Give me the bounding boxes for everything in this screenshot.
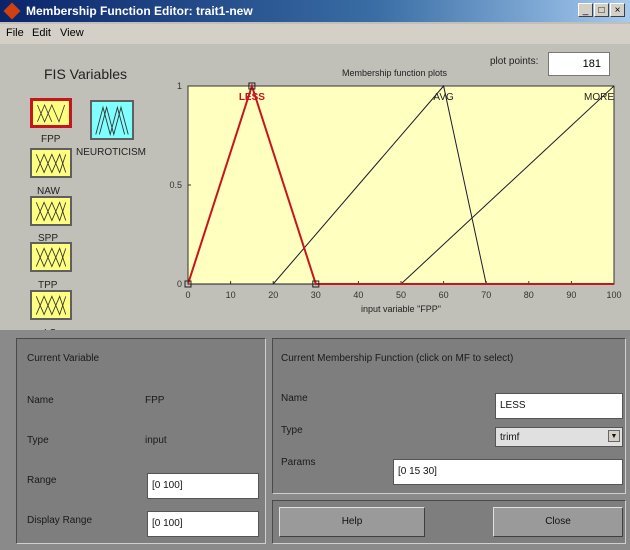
fis-input-naw[interactable] [30, 148, 72, 178]
current-variable-panel: Current Variable Name FPP Type input Ran… [16, 338, 266, 544]
y-tick-label: 0 [177, 279, 182, 289]
mf-triangles-icon [35, 201, 67, 222]
membership-function-editor-window: Membership Function Editor: trait1-new _… [0, 0, 630, 550]
window-title: Membership Function Editor: trait1-new [26, 4, 253, 18]
button-panel: Help Close [272, 500, 626, 544]
plot-area [187, 85, 615, 285]
y-tick-label: 0.5 [169, 180, 182, 190]
mf-params-input[interactable]: [0 15 30] [393, 459, 623, 485]
fis-output-neuroticism[interactable] [90, 100, 134, 140]
x-tick-label: 70 [481, 290, 491, 300]
cv-type-value: input [145, 435, 167, 446]
x-tick-label: 50 [396, 290, 406, 300]
minimize-button[interactable]: _ [578, 3, 593, 17]
cv-name-label: Name [27, 395, 54, 406]
current-mf-panel: Current Membership Function (click on MF… [272, 338, 626, 494]
x-axis-label: input variable "FPP" [361, 304, 441, 314]
mf-label-avg: AVG [433, 92, 454, 103]
x-tick-label: 80 [524, 290, 534, 300]
x-tick-label: 10 [226, 290, 236, 300]
menu-bar: File Edit View [0, 24, 630, 44]
lower-panel-area: Current Variable Name FPP Type input Ran… [0, 330, 630, 550]
plot-title: Membership function plots [342, 68, 448, 78]
current-variable-heading: Current Variable [27, 353, 100, 364]
x-tick-label: 40 [353, 290, 363, 300]
mf-label-less: LESS [239, 92, 265, 103]
fis-input-ls[interactable] [30, 290, 72, 320]
mf-type-value: trimf [500, 432, 520, 443]
mf-triangles-icon [37, 103, 65, 123]
help-button[interactable]: Help [279, 507, 425, 537]
x-tick-label: 0 [185, 290, 190, 300]
plot-points-input[interactable]: 181 [548, 52, 610, 76]
mf-triangles-icon [35, 295, 67, 316]
x-tick-label: 30 [311, 290, 321, 300]
mf-triangles-icon [35, 153, 67, 174]
fis-input-spp[interactable] [30, 196, 72, 226]
close-window-button[interactable]: × [610, 3, 625, 17]
plot-points-label: plot points: [490, 56, 539, 67]
x-tick-label: 100 [606, 290, 621, 300]
mf-type-select[interactable]: trimf ▼ [495, 427, 623, 447]
menu-view[interactable]: View [60, 27, 84, 39]
menu-edit[interactable]: Edit [32, 27, 51, 39]
y-tick-label: 1 [177, 81, 182, 91]
fis-input-fpp[interactable] [30, 98, 72, 128]
range-input[interactable]: [0 100] [147, 473, 259, 499]
mf-triangles-icon [35, 247, 67, 268]
matlab-app-icon [3, 2, 21, 20]
x-tick-label: 60 [439, 290, 449, 300]
mf-params-label: Params [281, 457, 316, 468]
display-range-input[interactable]: [0 100] [147, 511, 259, 537]
membership-function-plot[interactable]: 0 10 20 30 40 50 60 70 80 90 100 0 0.5 1 input variabl… [160, 80, 630, 326]
fis-variables-heading: FIS Variables [44, 66, 127, 82]
close-button[interactable]: Close [493, 507, 623, 537]
current-mf-heading: Current Membership Function (click on MF… [281, 353, 514, 364]
cv-type-label: Type [27, 435, 49, 446]
fis-output-label: NEUROTICISM [76, 147, 146, 158]
mf-name-input[interactable]: LESS [495, 393, 623, 419]
fis-input-tpp[interactable] [30, 242, 72, 272]
mf-label-more: MORE [584, 92, 614, 103]
mf-type-label: Type [281, 425, 303, 436]
chevron-down-icon[interactable]: ▼ [608, 430, 620, 442]
title-bar[interactable]: Membership Function Editor: trait1-new _… [0, 0, 630, 22]
menu-file[interactable]: File [6, 27, 24, 39]
cv-display-range-label: Display Range [27, 515, 93, 526]
cv-range-label: Range [27, 475, 57, 486]
cv-name-value: FPP [145, 395, 165, 406]
x-tick-label: 20 [268, 290, 278, 300]
mf-triangles-icon [95, 105, 129, 137]
mf-name-label: Name [281, 393, 308, 404]
fis-input-label-fpp: FPP [41, 134, 61, 145]
maximize-button[interactable]: □ [594, 3, 609, 17]
x-tick-label: 90 [566, 290, 576, 300]
